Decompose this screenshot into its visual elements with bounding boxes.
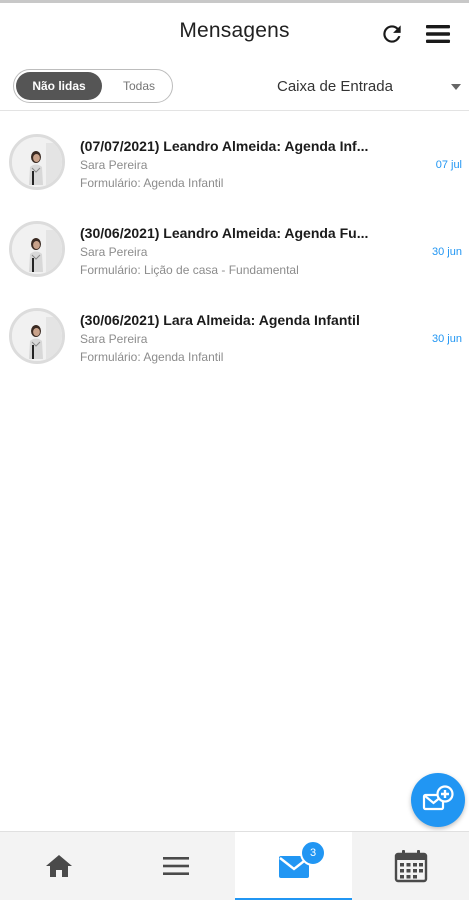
message-item[interactable]: (07/07/2021) Leandro Almeida: Agenda Inf… [0, 111, 469, 198]
avatar [9, 134, 65, 190]
message-sender: Sara Pereira [80, 245, 148, 259]
compose-message-button[interactable] [411, 773, 465, 827]
bottom-navigation: 3 [0, 831, 469, 900]
toggle-all[interactable]: Todas [108, 72, 170, 100]
nav-calendar[interactable] [352, 832, 469, 900]
message-date: 30 jun [432, 246, 462, 258]
nav-home[interactable] [0, 832, 117, 900]
message-title: (30/06/2021) Lara Almeida: Agenda Infant… [80, 312, 360, 328]
message-item[interactable]: (30/06/2021) Lara Almeida: Agenda Infant… [0, 285, 469, 372]
read-status-toggle: Não lidas Todas [13, 69, 173, 103]
message-title: (07/07/2021) Leandro Almeida: Agenda Inf… [80, 138, 369, 154]
nav-messages[interactable]: 3 [235, 832, 352, 900]
message-list: (07/07/2021) Leandro Almeida: Agenda Inf… [0, 111, 469, 372]
message-sender: Sara Pereira [80, 332, 148, 346]
calendar-icon [394, 850, 428, 883]
list-icon [163, 857, 189, 875]
caret-down-icon [451, 84, 461, 90]
message-sender: Sara Pereira [80, 158, 148, 172]
nav-list[interactable] [117, 832, 234, 900]
toggle-unread[interactable]: Não lidas [16, 72, 102, 100]
message-form: Formulário: Agenda Infantil [80, 350, 224, 364]
mailbox-label: Caixa de Entrada [277, 78, 393, 95]
hamburger-menu-icon[interactable] [425, 22, 451, 46]
filter-bar: Não lidas Todas Caixa de Entrada [0, 63, 469, 111]
message-form: Formulário: Lição de casa - Fundamental [80, 263, 299, 277]
compose-mail-icon [422, 785, 454, 811]
avatar [9, 308, 65, 364]
app-header: Mensagens [0, 3, 469, 63]
refresh-icon[interactable] [379, 21, 405, 47]
message-form: Formulário: Agenda Infantil [80, 176, 224, 190]
mailbox-select[interactable]: Caixa de Entrada [250, 76, 465, 98]
message-date: 07 jul [435, 159, 462, 171]
home-icon [46, 855, 72, 877]
avatar [9, 221, 65, 277]
message-date: 30 jun [432, 333, 462, 345]
message-title: (30/06/2021) Leandro Almeida: Agenda Fu.… [80, 225, 369, 241]
unread-count-badge: 3 [300, 840, 326, 866]
message-item[interactable]: (30/06/2021) Leandro Almeida: Agenda Fu.… [0, 198, 469, 285]
